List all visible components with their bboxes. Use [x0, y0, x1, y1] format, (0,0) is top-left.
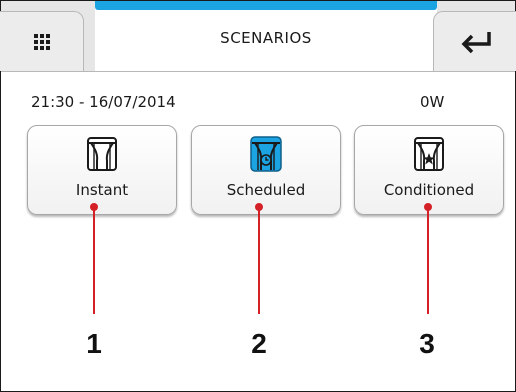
- instant-scenario-button[interactable]: Instant: [27, 125, 177, 215]
- menu-button[interactable]: [0, 11, 84, 71]
- power-readout: 0W: [420, 93, 445, 111]
- conditioned-scenario-button[interactable]: Conditioned: [354, 125, 504, 215]
- curtain-icon: [87, 137, 117, 171]
- callout-line-2: [258, 210, 260, 314]
- callout-line-3: [427, 210, 429, 314]
- title-accent-bar: [95, 1, 437, 10]
- return-arrow-icon: [461, 31, 491, 53]
- callout-number-2: 2: [251, 328, 267, 359]
- datetime-readout: 21:30 - 16/07/2014: [31, 93, 176, 111]
- title-tab: SCENARIOS: [95, 1, 437, 71]
- scheduled-scenario-button[interactable]: Scheduled: [191, 125, 341, 215]
- page-title: SCENARIOS: [220, 29, 312, 47]
- instant-label: Instant: [75, 181, 129, 199]
- scheduled-label: Scheduled: [226, 181, 306, 199]
- header-bar: SCENARIOS: [0, 1, 516, 71]
- header-divider: [1, 71, 515, 72]
- callout-number-1: 1: [86, 328, 102, 359]
- curtain-clock-icon: [250, 136, 282, 172]
- callout-line-1: [93, 210, 95, 314]
- conditioned-label: Conditioned: [383, 181, 475, 199]
- curtain-star-icon: [414, 137, 444, 171]
- callout-number-3: 3: [419, 328, 435, 359]
- back-button[interactable]: [433, 11, 516, 71]
- grid-menu-icon: [33, 33, 50, 50]
